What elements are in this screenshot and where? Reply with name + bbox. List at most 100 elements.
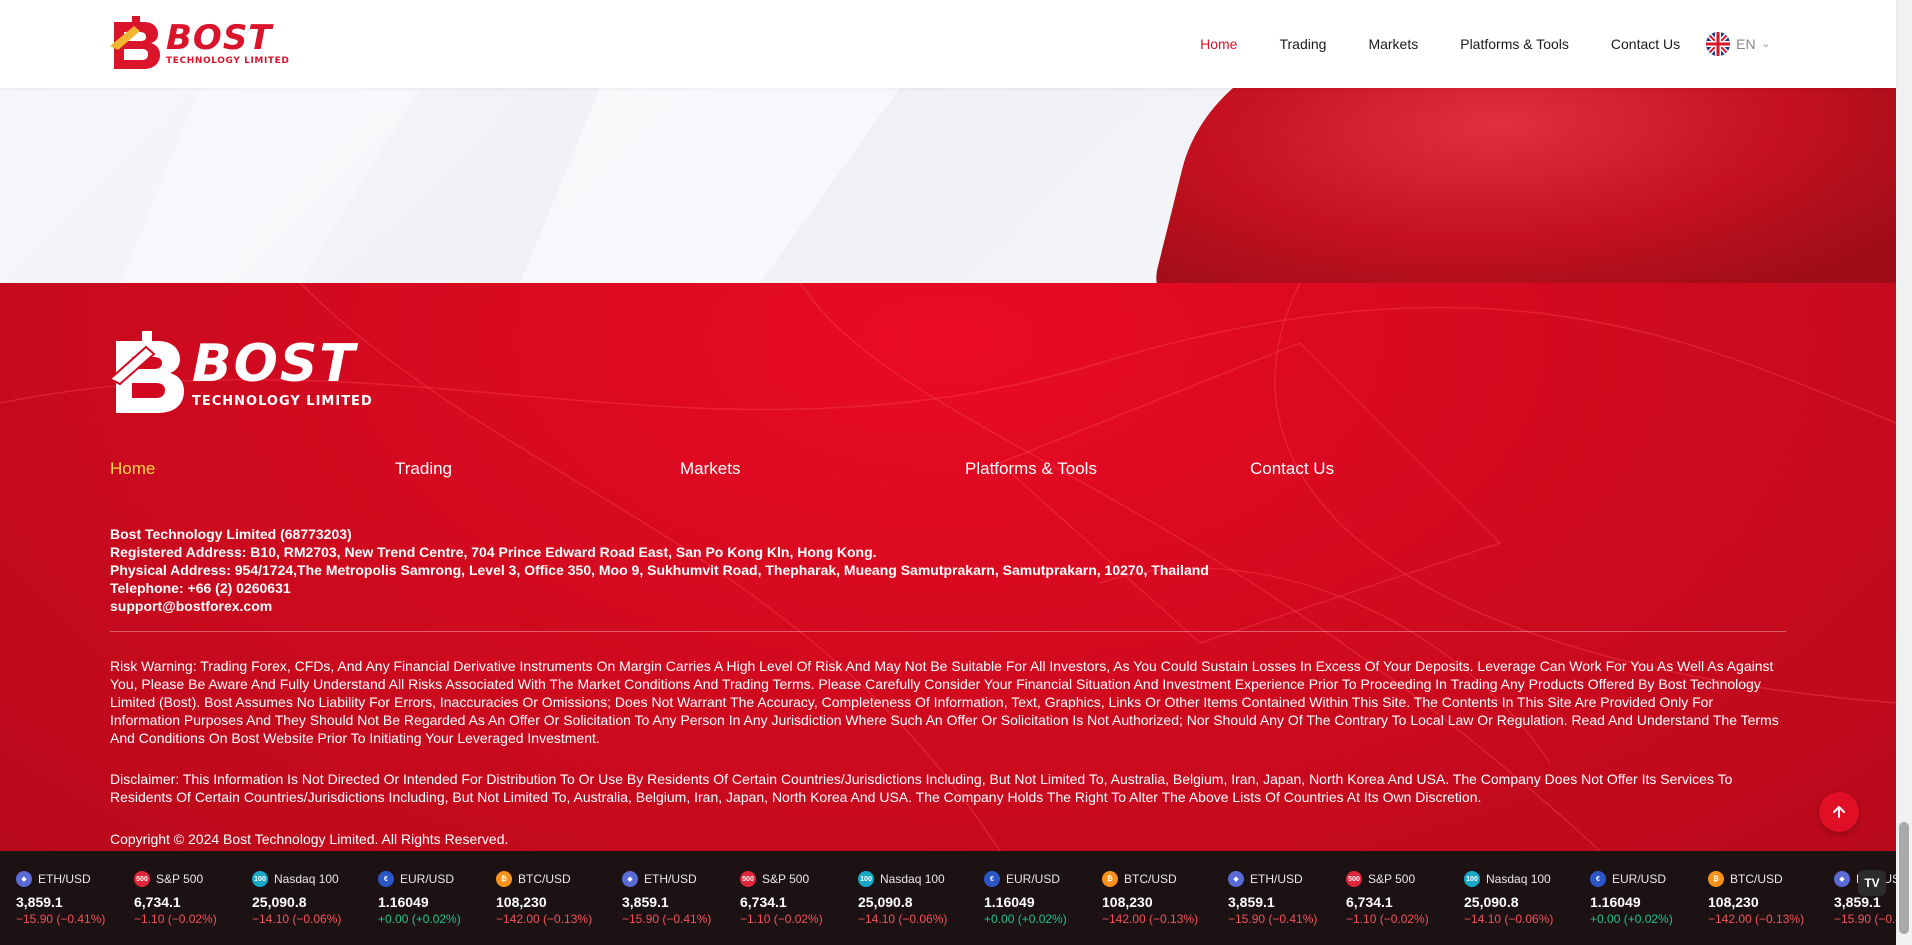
company-info: Bost Technology Limited (68773203) Regis… — [110, 525, 1209, 615]
language-selector[interactable]: EN ⌄ — [1706, 32, 1770, 56]
tradingview-logo-icon[interactable]: TV — [1858, 870, 1886, 896]
site-footer: BOST TECHNOLOGY LIMITED Home Trading Mar… — [0, 283, 1896, 851]
ticker-symbol: EUR/USD — [1612, 872, 1667, 886]
ticker-item[interactable]: € EUR/USD 1.16049 +0.00 (+0.02%) — [984, 851, 1102, 945]
ticker-change: −15.90 (−0.41%) — [1834, 912, 1896, 926]
ticker-item[interactable]: 100 Nasdaq 100 25,090.8 −14.10 (−0.06%) — [252, 851, 378, 945]
footer-nav-markets[interactable]: Markets — [680, 459, 965, 479]
nasdaq-icon: 100 — [858, 871, 874, 887]
ticker-change: −15.90 (−0.41%) — [622, 912, 712, 926]
ticker-change: −142.00 (−0.13%) — [1102, 912, 1199, 926]
nav-home[interactable]: Home — [1200, 36, 1237, 52]
ticker-symbol: S&P 500 — [762, 872, 810, 886]
nav-trading[interactable]: Trading — [1279, 36, 1326, 52]
ticker-symbol-row: 100 Nasdaq 100 — [252, 871, 378, 887]
eur-usd-flag-icon: € — [1590, 871, 1606, 887]
ticker-price: 25,090.8 — [252, 894, 307, 910]
ticker-item[interactable]: ◆ETH/USD3,859.1−15.90 (−0.41%) — [1228, 851, 1346, 945]
ethereum-icon: ◆ — [16, 871, 32, 887]
ticker-item[interactable]: 100 Nasdaq 100 25,090.8 −14.10 (−0.06%) — [1464, 851, 1590, 945]
back-to-top-button[interactable] — [1819, 792, 1859, 832]
nav-markets[interactable]: Markets — [1368, 36, 1418, 52]
nav-contact-us[interactable]: Contact Us — [1611, 36, 1680, 52]
ticker-item[interactable]: 500 S&P 500 6,734.1 −1.10 (−0.02%) — [134, 851, 252, 945]
ticker-price: 108,230 — [0, 894, 16, 910]
sp500-icon: 500 — [1346, 871, 1362, 887]
sp500-icon: 500 — [134, 871, 150, 887]
ticker-price: 3,859.1 — [622, 894, 669, 910]
ticker-symbol: S&P 500 — [1368, 872, 1416, 886]
ticker-item[interactable]: ₿BTC/USD 108,230 −142.00 (−0.13%) — [1102, 851, 1228, 945]
risk-warning: Risk Warning: Trading Forex, CFDs, And A… — [110, 658, 1779, 746]
ticker-change: −142.00 (−0.13%) — [0, 912, 16, 926]
sp500-icon: 500 — [740, 871, 756, 887]
ticker-item[interactable]: € EUR/USD 1.16049 +0.00 (+0.02%) — [378, 851, 496, 945]
ticker-item[interactable]: ◆ETH/USD3,859.1−15.90 (−0.41%) — [16, 851, 134, 945]
ticker-change: +0.00 (+0.02%) — [378, 912, 461, 926]
ticker-item[interactable]: ₿BTC/USD 108,230 −142.00 (−0.13%) — [0, 851, 16, 945]
ticker-price: 3,859.1 — [1834, 894, 1881, 910]
scrollbar-thumb[interactable] — [1899, 822, 1909, 934]
ticker-item[interactable]: € EUR/USD 1.16049 +0.00 (+0.02%) — [1590, 851, 1708, 945]
nav-platforms-tools[interactable]: Platforms & Tools — [1460, 36, 1569, 52]
ticker-symbol-row: € EUR/USD — [984, 871, 1102, 887]
ticker-change: −142.00 (−0.13%) — [1708, 912, 1805, 926]
bitcoin-icon: ₿ — [496, 871, 512, 887]
ticker-symbol-row: € EUR/USD — [1590, 871, 1708, 887]
ticker-price: 3,859.1 — [1228, 894, 1275, 910]
ticker-item[interactable]: 500 S&P 500 6,734.1 −1.10 (−0.02%) — [740, 851, 858, 945]
ticker-symbol-row: ₿BTC/USD — [1102, 871, 1228, 887]
ticker-price: 108,230 — [496, 894, 547, 910]
footer-logo[interactable]: BOST TECHNOLOGY LIMITED — [110, 331, 400, 415]
market-ticker[interactable]: ₿ BTC/USD 108,230 −142.00 (−0.13%) ◆ ETH/USD 3… — [0, 851, 1896, 945]
header-logo-word: BOST — [166, 17, 273, 58]
ticker-price: 3,859.1 — [16, 894, 63, 910]
ticker-item[interactable]: ₿BTC/USD108,230−142.00 (−0.13%) — [496, 851, 622, 945]
company-name: Bost Technology Limited (68773203) — [110, 526, 352, 542]
ticker-change: +0.00 (+0.02%) — [984, 912, 1067, 926]
support-email[interactable]: support@bostforex.com — [110, 597, 1209, 615]
ticker-symbol: S&P 500 — [156, 872, 204, 886]
ticker-item[interactable]: 100 Nasdaq 100 25,090.8 −14.10 (−0.06%) — [858, 851, 984, 945]
ticker-change: −14.10 (−0.06%) — [858, 912, 948, 926]
ticker-item[interactable]: ₿BTC/USD108,230−142.00 (−0.13%) — [1708, 851, 1834, 945]
footer-nav-trading[interactable]: Trading — [395, 459, 680, 479]
ticker-change: −1.10 (−0.02%) — [134, 912, 217, 926]
telephone: Telephone: +66 (2) 0260631 — [110, 580, 291, 596]
ethereum-icon: ◆ — [1834, 871, 1850, 887]
ticker-symbol-row: ₿BTC/USD — [0, 871, 16, 887]
ethereum-icon: ◆ — [1228, 871, 1244, 887]
ticker-price: 6,734.1 — [134, 894, 181, 910]
footer-nav-home[interactable]: Home — [110, 459, 395, 479]
ticker-track: ₿ BTC/USD 108,230 −142.00 (−0.13%) ◆ ETH/USD 3… — [0, 851, 1896, 945]
bitcoin-icon: ₿ — [1102, 871, 1118, 887]
registered-address: Registered Address: B10, RM2703, New Tre… — [110, 544, 877, 560]
ticker-symbol-row: ₿ BTC/USD — [496, 871, 622, 887]
page-scrollbar[interactable] — [1896, 0, 1912, 945]
bost-logo-icon — [110, 16, 162, 70]
bitcoin-icon: ₿ — [1708, 871, 1724, 887]
hero-banner — [0, 88, 1896, 283]
ticker-change: −14.10 (−0.06%) — [252, 912, 342, 926]
ticker-symbol: ETH/USD — [644, 872, 697, 886]
footer-nav-platforms-tools[interactable]: Platforms & Tools — [965, 459, 1250, 479]
ticker-price: 108,230 — [1102, 894, 1153, 910]
ticker-price: 25,090.8 — [858, 894, 913, 910]
ticker-item[interactable]: ◆ETH/USD3,859.1−15.90 (−0.41%) — [1834, 851, 1896, 945]
ticker-item[interactable]: ◆ETH/USD3,859.1−15.90 (−0.41%) — [622, 851, 740, 945]
ticker-symbol-row: ₿BTC/USD — [1708, 871, 1834, 887]
ticker-change: −15.90 (−0.41%) — [1228, 912, 1318, 926]
ticker-price: 1.16049 — [378, 894, 429, 910]
ticker-symbol: EUR/USD — [1006, 872, 1061, 886]
header-logo[interactable]: BOST TECHNOLOGY LIMITED — [110, 16, 290, 70]
footer-nav: Home Trading Markets Platforms & Tools C… — [110, 459, 1535, 479]
ticker-item[interactable]: 500 S&P 500 6,734.1 −1.10 (−0.02%) — [1346, 851, 1464, 945]
ticker-symbol: ETH/USD — [38, 872, 91, 886]
ticker-symbol: BTC/USD — [518, 872, 571, 886]
header-nav: Home Trading Markets Platforms & Tools C… — [1158, 0, 1770, 88]
eur-usd-flag-icon: € — [378, 871, 394, 887]
footer-divider — [110, 631, 1786, 632]
footer-nav-contact-us[interactable]: Contact Us — [1250, 459, 1535, 479]
ticker-symbol: EUR/USD — [400, 872, 455, 886]
physical-address: Physical Address: 954/1724,The Metropoli… — [110, 562, 1209, 578]
